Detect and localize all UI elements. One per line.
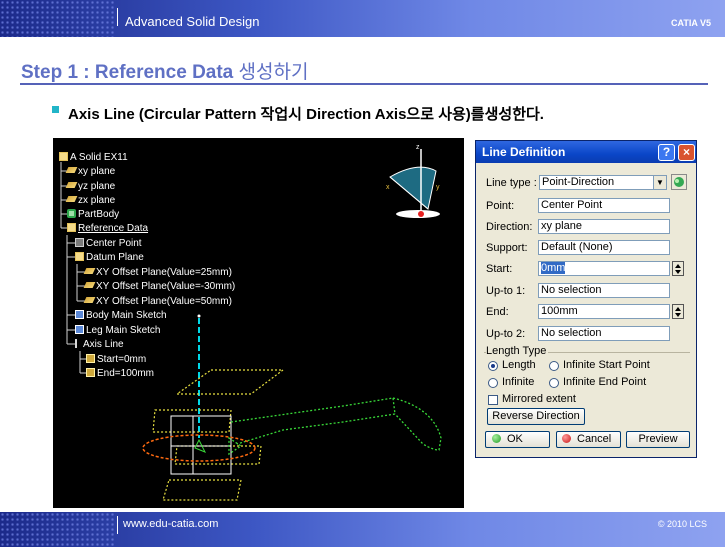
header-dot-pattern <box>0 0 115 37</box>
tree-item-offset-plane-25[interactable]: XY Offset Plane(Value=25mm) <box>83 266 232 279</box>
slide-title-ko: 생성하기 <box>238 62 309 83</box>
geometrical-set-icon <box>67 223 76 232</box>
bullet-square-icon <box>52 106 59 113</box>
tree-item-zx-plane[interactable]: zx plane <box>65 194 115 207</box>
direction-field[interactable]: xy plane <box>538 219 670 234</box>
tree-item-yz-plane[interactable]: yz plane <box>65 180 115 193</box>
parameter-icon <box>86 354 95 363</box>
tree-item-reference-data[interactable]: Reference Data <box>67 222 148 235</box>
end-field[interactable]: 100mm <box>538 304 670 319</box>
svg-text:x: x <box>386 184 390 191</box>
tree-item-center-point[interactable]: Center Point <box>75 237 142 250</box>
footer-url[interactable]: www.edu-catia.com <box>123 518 218 530</box>
dialog-title: Line Definition <box>482 145 566 159</box>
support-field[interactable]: Default (None) <box>538 240 670 255</box>
paint-icon[interactable] <box>671 174 687 190</box>
upto2-field[interactable]: No selection <box>538 326 670 341</box>
close-icon[interactable]: × <box>678 144 695 161</box>
mirrored-extent-checkbox[interactable] <box>488 395 498 405</box>
point-field[interactable]: Center Point <box>538 198 670 213</box>
length-radio[interactable] <box>488 361 498 371</box>
partbody-icon <box>67 209 76 218</box>
reverse-direction-button[interactable]: Reverse Direction <box>487 408 585 425</box>
start-field[interactable]: 0mm <box>538 261 670 276</box>
tree-item-offset-plane-m30[interactable]: XY Offset Plane(Value=-30mm) <box>83 280 235 293</box>
length-radio-label: Length <box>502 359 536 371</box>
tree-item-datum-plane[interactable]: Datum Plane <box>75 251 144 264</box>
cancel-button[interactable]: Cancel <box>556 431 621 448</box>
upto1-label: Up-to 1: <box>486 285 526 297</box>
infinite-start-radio[interactable] <box>549 361 559 371</box>
point-icon <box>75 238 84 247</box>
tree-item-root[interactable]: A Solid EX11 <box>59 151 128 164</box>
header-title: Advanced Solid Design <box>125 14 260 29</box>
ok-button[interactable]: OK <box>485 431 550 448</box>
header-separator <box>117 8 118 26</box>
line-type-label: Line type : <box>486 177 537 189</box>
plane-icon <box>83 297 96 303</box>
svg-text:y: y <box>436 184 440 191</box>
support-label: Support: <box>486 242 528 254</box>
infinite-radio[interactable] <box>488 378 498 388</box>
header-product-label: CATIA V5 <box>670 18 711 28</box>
sketch-icon <box>75 310 84 319</box>
plane-icon <box>83 268 96 274</box>
infinite-start-radio-label: Infinite Start Point <box>563 359 650 371</box>
line-icon <box>75 339 81 348</box>
plane-icon <box>83 282 96 288</box>
upto1-field[interactable]: No selection <box>538 283 670 298</box>
direction-label: Direction: <box>486 221 533 233</box>
preview-button[interactable]: Preview <box>626 431 690 448</box>
plane-icon <box>65 182 78 188</box>
tree-item-xy-plane[interactable]: xy plane <box>65 165 115 178</box>
end-label: End: <box>486 306 509 318</box>
line-type-select[interactable]: Point-Direction ▼ <box>539 175 667 190</box>
bullet-text: Axis Line (Circular Pattern 작업시 Directio… <box>68 106 544 123</box>
plane-icon <box>65 196 78 202</box>
infinite-end-radio-label: Infinite End Point <box>563 376 647 388</box>
tree-item-axis-line[interactable]: Axis Line <box>75 338 124 351</box>
end-spinner-icon[interactable] <box>672 304 684 319</box>
start-label: Start: <box>486 263 513 275</box>
line-definition-dialog: Line Definition ? × Line type : Point-Di… <box>475 140 697 458</box>
slide-page: Advanced Solid Design CATIA V5 Step 1 : … <box>0 0 725 547</box>
dialog-titlebar[interactable]: Line Definition ? × <box>476 141 696 163</box>
tree-root-icon <box>59 152 68 161</box>
header-band: Advanced Solid Design CATIA V5 <box>0 0 725 37</box>
footer-band: www.edu-catia.com © 2010 LCS <box>0 512 725 547</box>
slide-title: Step 1 : Reference Data 생성하기 <box>21 57 308 84</box>
footer-copyright: © 2010 LCS <box>657 519 707 529</box>
tree-item-partbody[interactable]: PartBody <box>67 208 119 221</box>
catia-viewport[interactable]: A Solid EX11 xy plane yz plane zx plane … <box>53 138 464 508</box>
dropdown-arrow-icon[interactable]: ▼ <box>653 176 666 189</box>
cancel-dot-icon <box>562 434 571 443</box>
slide-title-en: Step 1 : Reference Data <box>21 62 234 83</box>
wireframe-geometry[interactable] <box>133 298 463 508</box>
help-icon[interactable]: ? <box>658 144 675 161</box>
upto2-label: Up-to 2: <box>486 328 526 340</box>
geometrical-set-icon <box>75 252 84 261</box>
infinite-end-radio[interactable] <box>549 378 559 388</box>
compass-icon[interactable]: z x y <box>378 143 448 223</box>
footer-dot-pattern <box>0 512 115 547</box>
svg-text:z: z <box>416 144 420 151</box>
footer-separator <box>117 516 118 534</box>
plane-icon <box>65 167 78 173</box>
title-underline <box>20 83 708 85</box>
parameter-icon <box>86 368 95 377</box>
mirrored-extent-label: Mirrored extent <box>502 393 576 405</box>
start-spinner-icon[interactable] <box>672 261 684 276</box>
point-label: Point: <box>486 200 515 212</box>
ok-dot-icon <box>492 434 501 443</box>
length-type-label: Length Type <box>486 345 549 357</box>
infinite-radio-label: Infinite <box>502 376 535 388</box>
sketch-icon <box>75 325 84 334</box>
